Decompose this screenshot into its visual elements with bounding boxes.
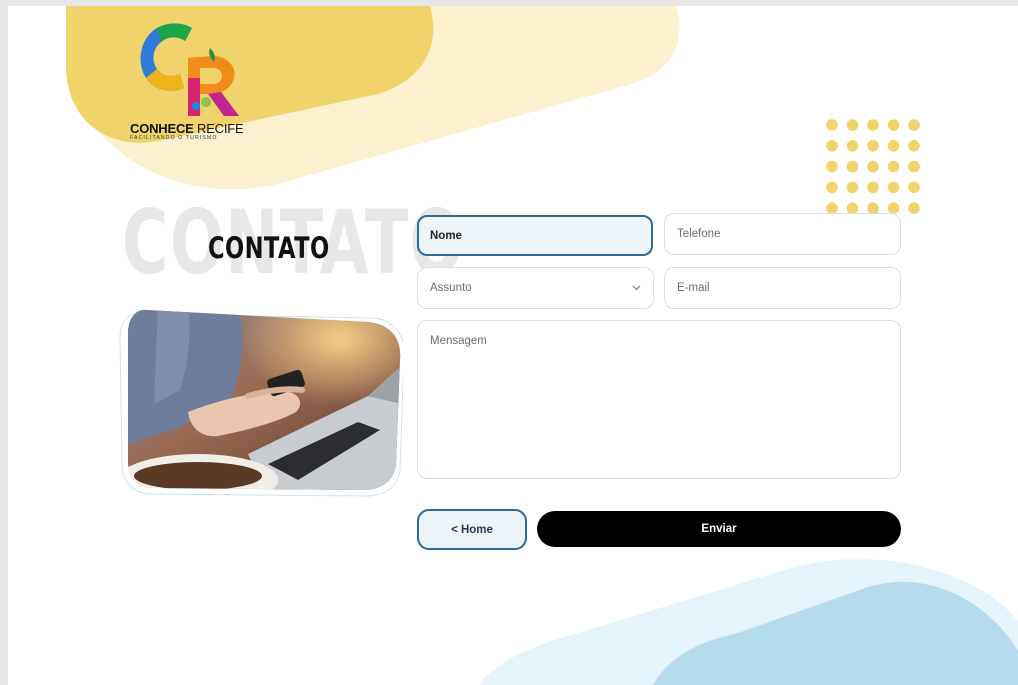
email-placeholder: E-mail <box>677 282 710 294</box>
logo-wordmark: CONHECE RECIFE FACILITANDO O TURISMO <box>130 121 250 141</box>
mensagem-placeholder: Mensagem <box>430 335 487 347</box>
decoration-dot <box>867 119 879 131</box>
chevron-down-icon <box>632 285 641 291</box>
decoration-dot <box>867 160 879 173</box>
dot-grid-decoration <box>826 119 920 214</box>
decoration-dot <box>846 181 859 194</box>
nome-placeholder: Nome <box>430 229 462 242</box>
contact-photo <box>119 309 403 497</box>
telefone-input[interactable]: Telefone <box>664 213 901 255</box>
assunto-placeholder: Assunto <box>430 282 472 294</box>
top-decoration <box>66 6 680 190</box>
nome-input[interactable]: Nome <box>417 215 653 256</box>
contact-page: CONHECE RECIFE FACILITANDO O TURISMO CON… <box>8 6 1018 685</box>
home-button[interactable]: < Home <box>417 509 527 550</box>
brand-logo[interactable]: CONHECE RECIFE FACILITANDO O TURISMO <box>130 16 250 144</box>
telefone-placeholder: Telefone <box>677 228 721 240</box>
logo-icon <box>140 23 239 116</box>
decoration-dot <box>826 181 838 194</box>
decoration-dot <box>887 181 900 194</box>
bottom-decoration <box>478 559 1018 685</box>
decoration-dot <box>826 140 838 152</box>
page-title: CONTATO <box>208 231 330 265</box>
decoration-dot <box>908 140 920 152</box>
decoration-dot <box>867 140 879 152</box>
decoration-dot <box>846 160 859 173</box>
assunto-select[interactable]: Assunto <box>417 267 654 309</box>
mensagem-textarea[interactable]: Mensagem <box>417 320 901 479</box>
decoration-dot <box>908 160 920 173</box>
decoration-dot <box>908 181 920 194</box>
email-input[interactable]: E-mail <box>664 267 901 309</box>
decoration-dot <box>887 160 900 173</box>
decoration-dot <box>826 160 838 173</box>
decoration-dot <box>908 202 920 214</box>
send-button[interactable]: Enviar <box>537 511 901 547</box>
decoration-dot <box>908 119 920 131</box>
logo-name: CONHECE RECIFE <box>130 121 244 136</box>
decoration-dot <box>887 140 900 152</box>
decoration-dot <box>887 119 900 131</box>
decoration-dot <box>826 119 838 131</box>
decoration-dot <box>846 119 859 131</box>
decoration-dot <box>846 140 859 152</box>
decoration-dot <box>867 181 879 194</box>
